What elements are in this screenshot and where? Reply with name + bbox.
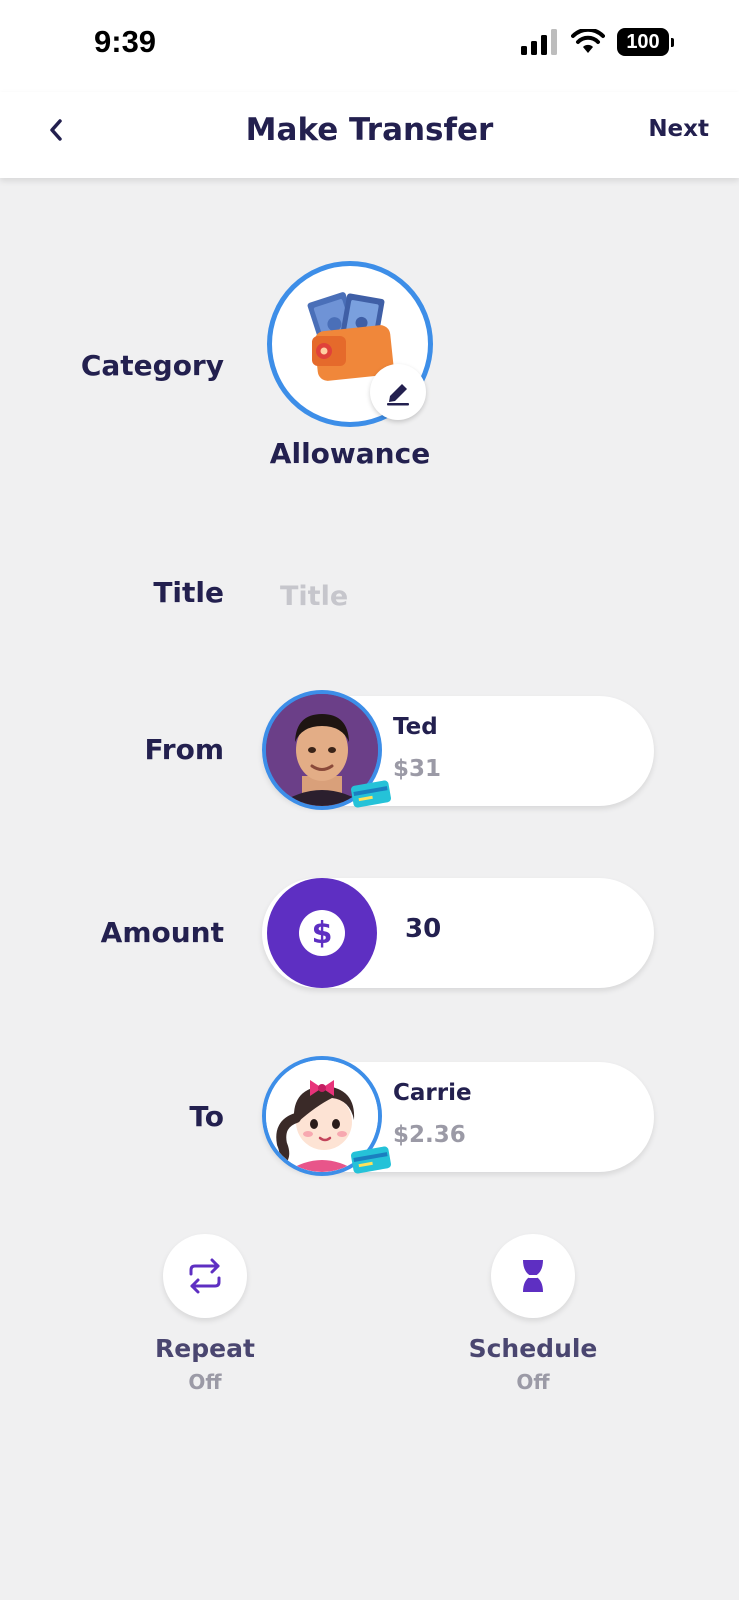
pencil-icon — [387, 384, 409, 406]
battery-icon: 100 — [617, 28, 674, 56]
status-icons: 100 — [521, 28, 674, 56]
from-name: Ted — [393, 714, 438, 740]
title-input[interactable] — [280, 576, 640, 616]
battery-level: 100 — [626, 30, 660, 53]
from-balance: $31 — [393, 756, 442, 782]
schedule-state: Off — [516, 1370, 550, 1394]
title-label: Title — [153, 576, 224, 609]
to-label: To — [189, 1100, 224, 1133]
from-label: From — [144, 733, 224, 766]
amount-label: Amount — [100, 916, 224, 949]
repeat-state: Off — [188, 1370, 222, 1394]
card-icon — [351, 780, 391, 808]
to-balance: $2.36 — [393, 1122, 466, 1148]
repeat-button[interactable] — [163, 1234, 247, 1318]
category-label: Category — [80, 349, 224, 382]
to-name: Carrie — [393, 1080, 472, 1106]
amount-value: 30 — [405, 914, 442, 944]
repeat-icon — [189, 1258, 221, 1294]
hourglass-icon — [523, 1260, 543, 1292]
next-button[interactable]: Next — [648, 116, 709, 142]
schedule-button[interactable] — [491, 1234, 575, 1318]
edit-category-button[interactable] — [370, 364, 426, 420]
repeat-label: Repeat — [155, 1334, 255, 1363]
card-icon — [351, 1146, 391, 1174]
dollar-icon: $ — [299, 910, 345, 956]
schedule-label: Schedule — [468, 1334, 598, 1363]
status-bar: 9:39 100 — [0, 0, 739, 92]
signal-icon — [521, 29, 557, 55]
currency-button: $ — [267, 878, 377, 988]
wifi-icon — [571, 29, 605, 53]
nav-bar: Make Transfer Next — [0, 92, 739, 178]
page-title: Make Transfer — [245, 112, 494, 148]
category-name: Allowance — [269, 437, 431, 470]
status-time: 9:39 — [94, 24, 157, 59]
